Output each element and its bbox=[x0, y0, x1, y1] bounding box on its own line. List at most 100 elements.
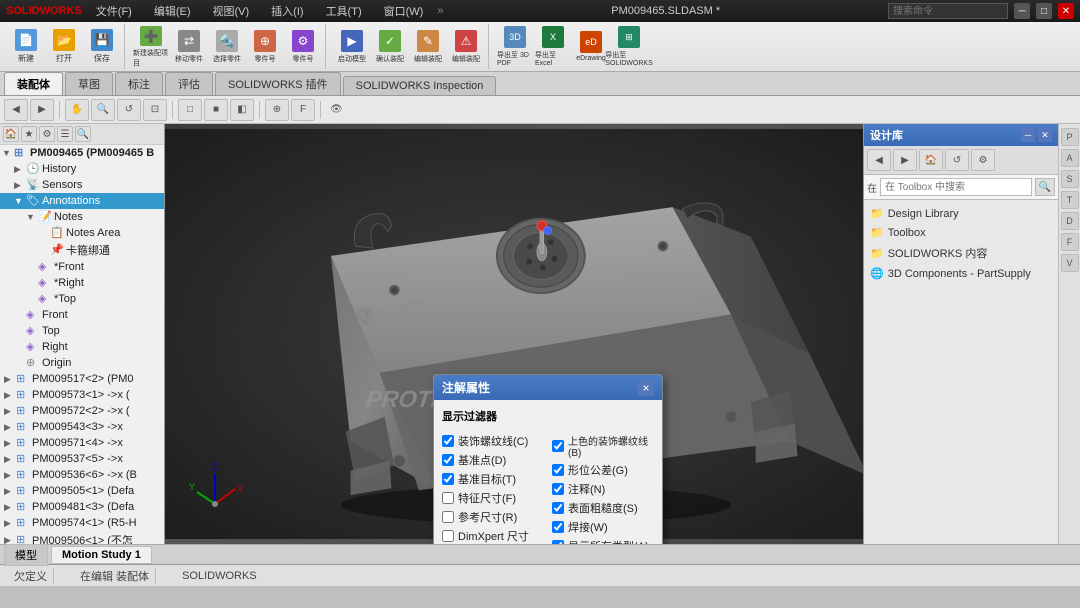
rp-btn-forward[interactable]: ▶ bbox=[893, 149, 917, 171]
tree-item-p8[interactable]: ▶ ⊞ PM009505<1> (Defa bbox=[0, 483, 164, 499]
minimize-button[interactable]: ─ bbox=[1014, 3, 1030, 19]
strip-btn-1[interactable]: P bbox=[1061, 128, 1079, 146]
strip-btn-6[interactable]: F bbox=[1061, 233, 1079, 251]
tree-item-right[interactable]: ▶ ◈ Right bbox=[0, 339, 164, 355]
cb-gd-t[interactable] bbox=[552, 464, 564, 476]
cb-colored-thread[interactable] bbox=[552, 440, 564, 452]
open-button[interactable]: 📂 打开 bbox=[46, 26, 82, 68]
cb-thread[interactable] bbox=[442, 435, 454, 447]
strip-btn-4[interactable]: T bbox=[1061, 191, 1079, 209]
tree-icon-4[interactable]: ☰ bbox=[57, 126, 73, 142]
tree-item-p6[interactable]: ▶ ⊞ PM009537<5> ->x bbox=[0, 451, 164, 467]
cb-note[interactable] bbox=[552, 483, 564, 495]
t2-standard-views[interactable]: ⊕ bbox=[265, 99, 289, 121]
tree-item-top[interactable]: ▶ ◈ Top bbox=[0, 323, 164, 339]
menu-file[interactable]: 文件(F) bbox=[88, 1, 140, 21]
edrawing-button[interactable]: eD eDrawing bbox=[573, 26, 609, 68]
tree-item-p10[interactable]: ▶ ⊞ PM009574<1> (R5-H bbox=[0, 515, 164, 531]
cb-datum-point[interactable] bbox=[442, 454, 454, 466]
tree-icon-5[interactable]: 🔍 bbox=[75, 126, 91, 142]
search-input[interactable] bbox=[888, 3, 1008, 19]
assembly-button[interactable]: ⚙ 零件号 bbox=[285, 26, 321, 68]
tree-item-p4[interactable]: ▶ ⊞ PM009543<3> ->x bbox=[0, 419, 164, 435]
t2-shaded[interactable]: ■ bbox=[204, 99, 228, 121]
tree-item-p7[interactable]: ▶ ⊞ PM009536<6> ->x (B bbox=[0, 467, 164, 483]
tree-item-origin[interactable]: ▶ ⊕ Origin bbox=[0, 355, 164, 371]
strip-btn-7[interactable]: V bbox=[1061, 254, 1079, 272]
tree-item-p5[interactable]: ▶ ⊞ PM009571<4> ->x bbox=[0, 435, 164, 451]
tree-item-front-star[interactable]: ▶ ◈ *Front bbox=[0, 259, 164, 275]
mate-button[interactable]: ⊕ 零件号 bbox=[247, 26, 283, 68]
cb-feature-dim[interactable] bbox=[442, 492, 454, 504]
rp-btn-refresh[interactable]: ↺ bbox=[945, 149, 969, 171]
tree-item-p11[interactable]: ▶ ⊞ PM009506<1> (不怎 bbox=[0, 531, 164, 544]
right-panel-minimize[interactable]: ─ bbox=[1021, 128, 1035, 142]
tree-item-top-star[interactable]: ▶ ◈ *Top bbox=[0, 291, 164, 307]
t2-view-front[interactable]: F bbox=[291, 99, 315, 121]
tree-item-notes[interactable]: ▼ 📝 Notes bbox=[0, 209, 164, 225]
cb-dimxpert[interactable] bbox=[442, 530, 454, 542]
menu-tools[interactable]: 工具(T) bbox=[318, 1, 370, 21]
tab-assembly[interactable]: 装配体 bbox=[4, 72, 63, 95]
strip-btn-2[interactable]: A bbox=[1061, 149, 1079, 167]
tab-solidworks-plugins[interactable]: SOLIDWORKS 插件 bbox=[215, 72, 341, 95]
cb-surface[interactable] bbox=[552, 502, 564, 514]
t2-zoom[interactable]: 🔍 bbox=[91, 99, 115, 121]
annotation-close-button[interactable]: × bbox=[638, 380, 654, 396]
btab-model[interactable]: 模型 bbox=[4, 544, 48, 566]
menu-view[interactable]: 视图(V) bbox=[205, 1, 258, 21]
rp-btn-home[interactable]: 🏠 bbox=[919, 149, 943, 171]
close-button[interactable]: ✕ bbox=[1058, 3, 1074, 19]
move-component-button[interactable]: ⇄ 移动零件 bbox=[171, 26, 207, 68]
cb-show-all[interactable] bbox=[552, 540, 564, 544]
tree-icon-2[interactable]: ★ bbox=[21, 126, 37, 142]
rp-item-toolbox[interactable]: 📁 Toolbox bbox=[866, 223, 1056, 242]
menu-edit[interactable]: 编辑(E) bbox=[146, 1, 199, 21]
maximize-button[interactable]: □ bbox=[1036, 3, 1052, 19]
btab-motion-study[interactable]: Motion Study 1 bbox=[51, 546, 152, 564]
excel-button[interactable]: X 导出至 Excel bbox=[535, 26, 571, 68]
tree-root[interactable]: ▼ ⊞ PM009465 (PM009465 B bbox=[0, 145, 164, 161]
search-go-button[interactable]: 🔍 bbox=[1035, 178, 1055, 196]
add-component-button[interactable]: ➕ 新建装配项目 bbox=[133, 26, 169, 68]
t2-fitall[interactable]: ⊡ bbox=[143, 99, 167, 121]
t2-btn-2[interactable]: ▶ bbox=[30, 99, 54, 121]
tab-sketch[interactable]: 草图 bbox=[65, 72, 113, 95]
tree-item-front[interactable]: ▶ ◈ Front bbox=[0, 307, 164, 323]
t2-wireframe[interactable]: □ bbox=[178, 99, 202, 121]
menu-insert[interactable]: 插入(I) bbox=[263, 1, 311, 21]
tree-item-p3[interactable]: ▶ ⊞ PM009572<2> ->x ( bbox=[0, 403, 164, 419]
new-button[interactable]: 📄 新建 bbox=[8, 26, 44, 68]
rp-item-3d-components[interactable]: 🌐 3D Components - PartSupply bbox=[866, 264, 1056, 283]
editor-button[interactable]: ✎ 编辑装配 bbox=[410, 26, 446, 68]
rp-item-design-library[interactable]: 📁 Design Library bbox=[866, 204, 1056, 223]
rp-btn-settings[interactable]: ⚙ bbox=[971, 149, 995, 171]
inspection-button[interactable]: ⊞ 导出至 SOLIDWORKS bbox=[611, 26, 647, 68]
menu-window[interactable]: 窗口(W) bbox=[376, 1, 432, 21]
tree-item-p9[interactable]: ▶ ⊞ PM009481<3> (Defa bbox=[0, 499, 164, 515]
t2-section[interactable]: ◧ bbox=[230, 99, 254, 121]
save-button[interactable]: 💾 保存 bbox=[84, 26, 120, 68]
tree-icon-3[interactable]: ⚙ bbox=[39, 126, 55, 142]
tree-item-note1[interactable]: ▶ 📌 卡箍绑通 bbox=[0, 241, 164, 259]
check-button[interactable]: ⚠ 编辑装配 bbox=[448, 26, 484, 68]
tab-evaluate[interactable]: 评估 bbox=[165, 72, 213, 95]
tree-item-history[interactable]: ▶ 🕒 History bbox=[0, 161, 164, 177]
tree-item-p1[interactable]: ▶ ⊞ PM009517<2> (PM0 bbox=[0, 371, 164, 387]
3d-viewport[interactable]: PROTEUS 🛡 PROTEUS X Y Z bbox=[165, 124, 863, 544]
cb-weld[interactable] bbox=[552, 521, 564, 533]
rp-item-sw-content[interactable]: 📁 SOLIDWORKS 内容 bbox=[866, 242, 1056, 264]
tab-annotation[interactable]: 标注 bbox=[115, 72, 163, 95]
tree-item-notesarea[interactable]: ▶ 📋 Notes Area bbox=[0, 225, 164, 241]
strip-btn-3[interactable]: S bbox=[1061, 170, 1079, 188]
export3d-button[interactable]: 3D 导出至 3D PDF bbox=[497, 26, 533, 68]
t2-pan[interactable]: ✋ bbox=[65, 99, 89, 121]
confirm-button[interactable]: ✓ 确认装配 bbox=[372, 26, 408, 68]
tree-item-p2[interactable]: ▶ ⊞ PM009573<1> ->x ( bbox=[0, 387, 164, 403]
smart-fastener-button[interactable]: 🔩 选择零件 bbox=[209, 26, 245, 68]
tab-inspection[interactable]: SOLIDWORKS Inspection bbox=[343, 76, 497, 95]
tree-icon-1[interactable]: 🏠 bbox=[3, 126, 19, 142]
right-panel-close[interactable]: ✕ bbox=[1038, 128, 1052, 142]
cb-ref-dim[interactable] bbox=[442, 511, 454, 523]
tree-item-sensors[interactable]: ▶ 📡 Sensors bbox=[0, 177, 164, 193]
